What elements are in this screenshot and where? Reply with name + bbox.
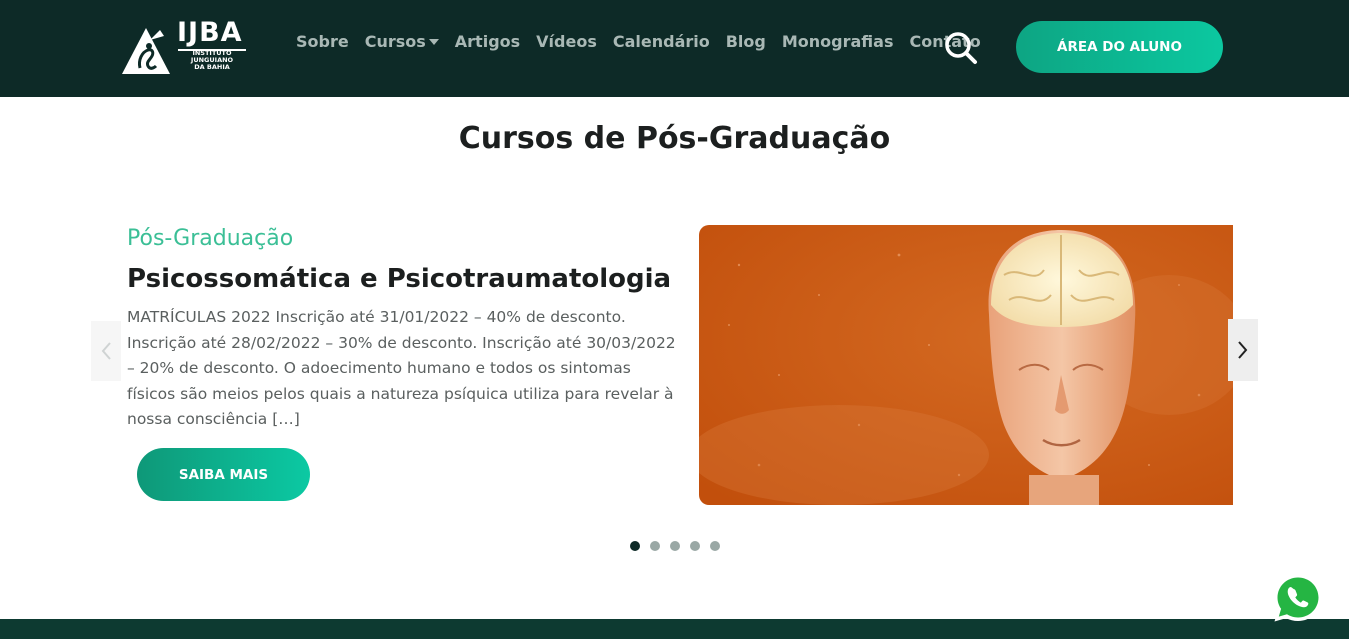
nav-item-monografias[interactable]: Monografias [782,32,894,51]
student-area-button[interactable]: ÁREA DO ALUNO [1016,21,1223,73]
nav-item-videos[interactable]: Vídeos [536,32,597,51]
carousel-pagination [630,541,730,551]
carousel-dot[interactable] [710,541,720,551]
main-nav: Sobre Cursos Artigos Vídeos Calendário B… [296,29,997,53]
slide-image [699,225,1233,505]
logo-subtitle: INSTITUTO JUNGUIANO DA BAHIA [179,50,245,71]
course-image [699,225,1233,505]
carousel-next-button[interactable] [1228,319,1258,381]
slide-category: Pós-Graduação [127,226,294,251]
saiba-mais-button[interactable]: SAIBA MAIS [137,448,310,501]
nav-item-sobre[interactable]: Sobre [296,32,349,51]
nav-item-artigos[interactable]: Artigos [455,32,520,51]
site-header: IJBA INSTITUTO JUNGUIANO DA BAHIA Sobre … [0,0,1349,97]
footer-strip [0,619,1349,639]
slide-title: Psicossomática e Psicotraumatologia [127,264,672,294]
nav-item-cursos[interactable]: Cursos [365,32,439,51]
nav-item-blog[interactable]: Blog [726,32,766,51]
search-button[interactable] [942,29,980,67]
carousel-dot[interactable] [670,541,680,551]
chevron-down-icon [428,39,439,45]
search-icon [945,32,977,64]
whatsapp-icon [1274,574,1322,622]
carousel-prev-button[interactable] [91,321,121,381]
nav-item-calendario[interactable]: Calendário [613,32,710,51]
carousel-dot[interactable] [630,541,640,551]
slide-description: MATRÍCULAS 2022 Inscrição até 31/01/2022… [127,308,676,428]
carousel-dot[interactable] [650,541,660,551]
logo-subtitle-line: DA BAHIA [194,63,230,71]
nav-item-label: Cursos [364,31,426,51]
whatsapp-button[interactable] [1270,570,1326,626]
logo-text: IJBA [177,17,243,48]
chevron-left-icon [101,342,111,360]
page-title: Cursos de Pós-Graduação [458,121,891,156]
carousel-dot[interactable] [690,541,700,551]
chevron-right-icon [1238,341,1248,359]
